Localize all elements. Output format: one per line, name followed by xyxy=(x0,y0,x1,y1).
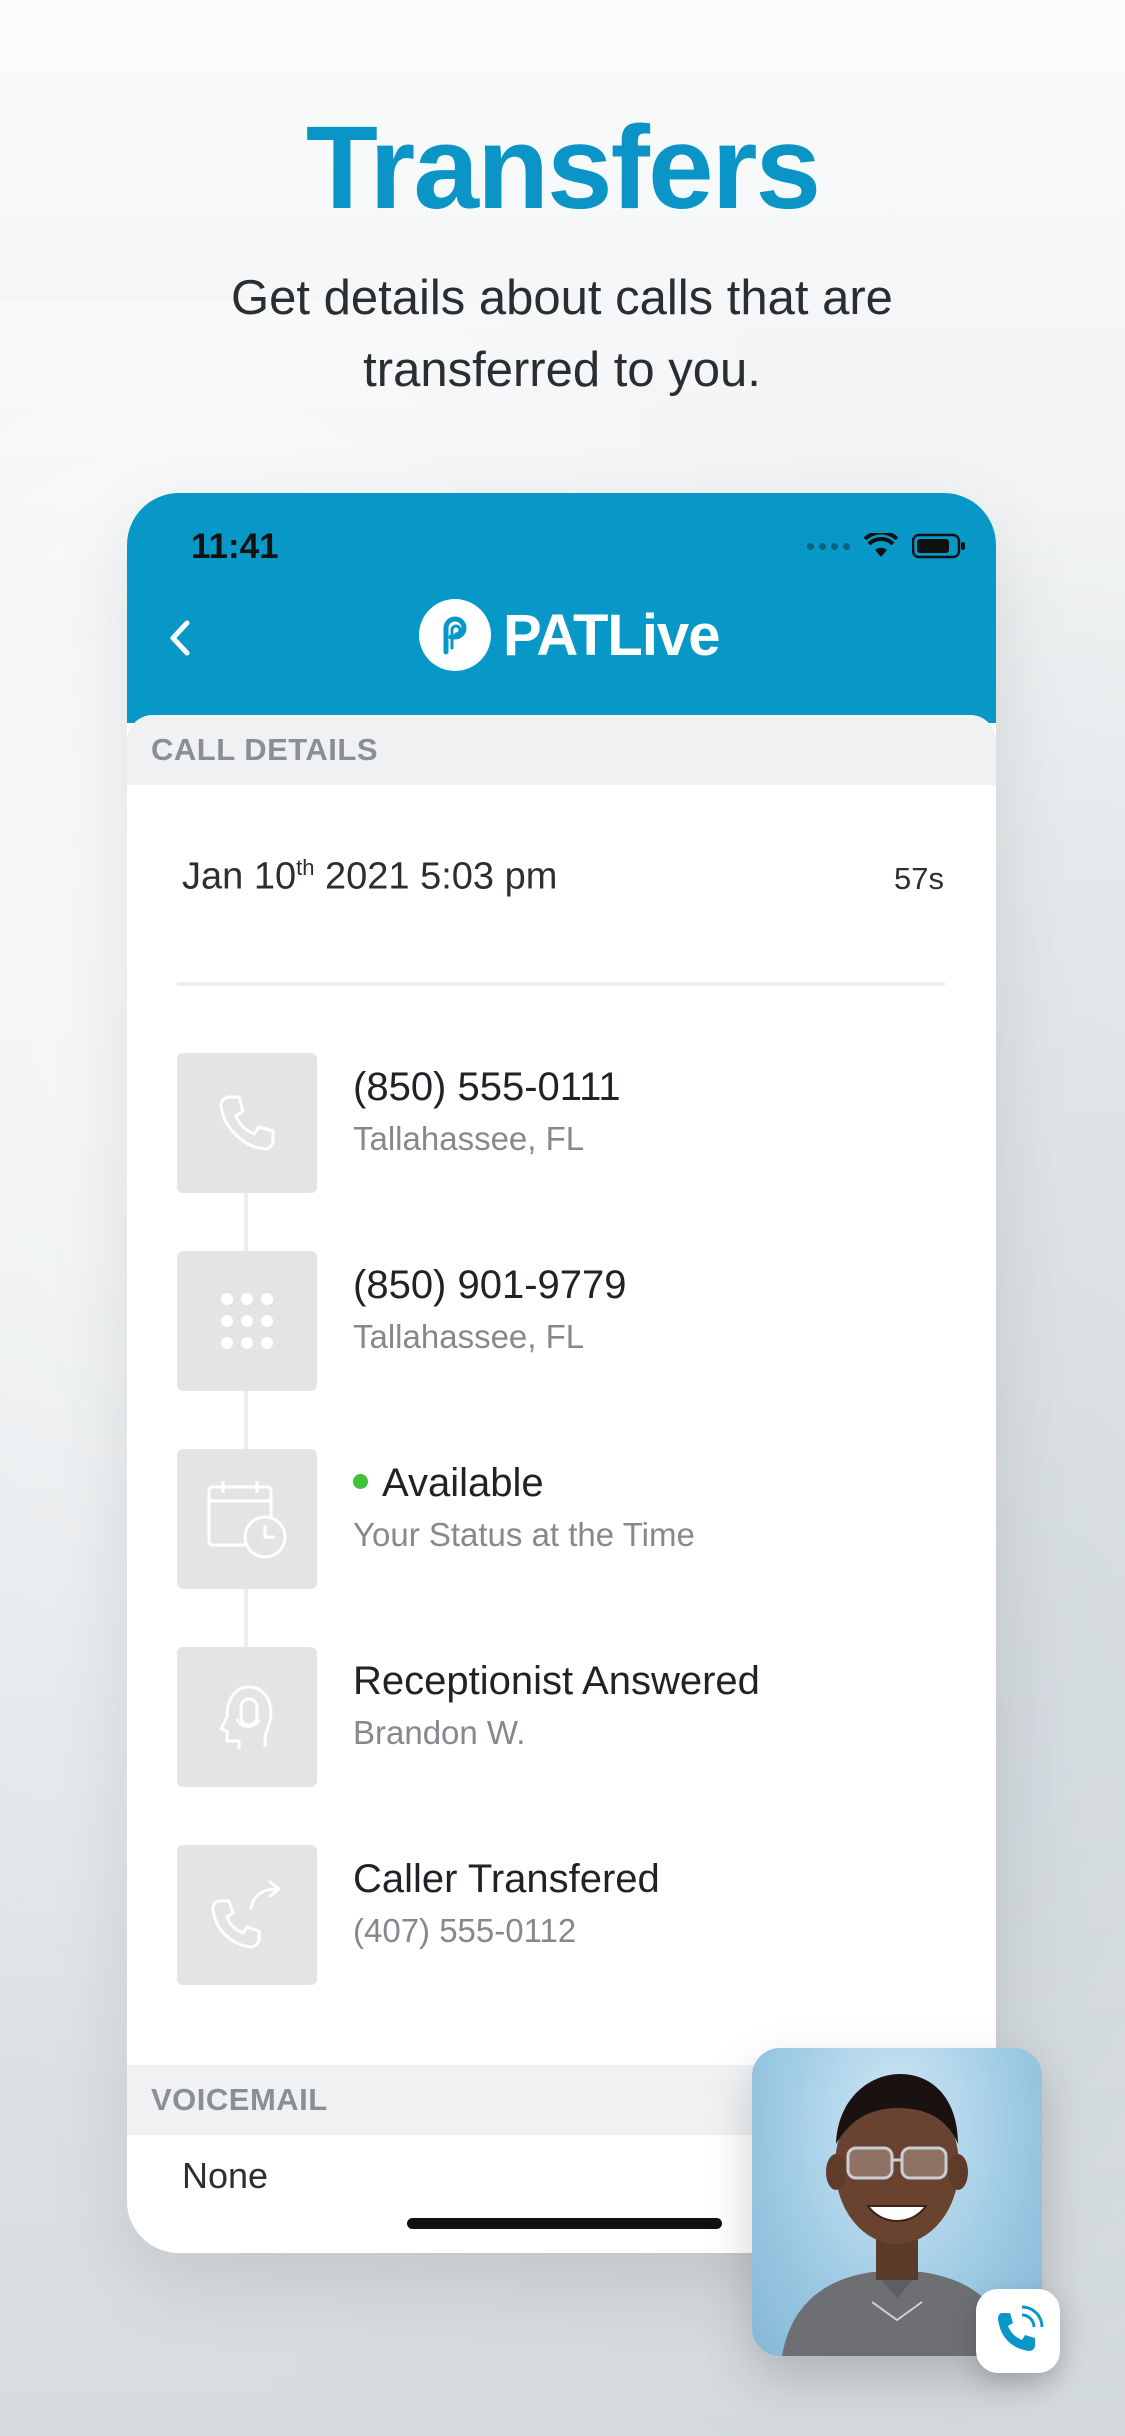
signal-dots-icon xyxy=(807,542,850,550)
page-headline: Transfers xyxy=(305,102,821,234)
wifi-icon xyxy=(864,533,898,557)
patlive-logo-icon xyxy=(419,599,491,671)
home-indicator xyxy=(407,2218,722,2229)
called-number[interactable]: (850) 901-9779 xyxy=(353,1263,627,1308)
status-time: 11:41 xyxy=(191,527,279,566)
battery-icon xyxy=(912,533,965,559)
transfer-number[interactable]: (407) 555-0112 xyxy=(353,1912,576,1950)
caller-number[interactable]: (850) 555-0111 xyxy=(353,1065,621,1110)
brand-name: PATLive xyxy=(503,602,720,668)
call-details-header: CALL DETAILS xyxy=(127,715,996,785)
call-details-sheet: CALL DETAILS Jan 10th 2021 5:03 pm 57s (… xyxy=(127,715,996,2253)
call-duration: 57s xyxy=(894,861,944,896)
phone-mockup: 11:41 PATLive CALL DETAILS Jan 10th 2021… xyxy=(127,493,996,2253)
status-icons xyxy=(807,533,966,559)
page-subheadline: Get details about calls that are transfe… xyxy=(231,271,893,397)
divider xyxy=(177,982,945,986)
caller-location: Tallahassee, FL xyxy=(353,1120,585,1157)
phone-wave-icon xyxy=(998,2305,1044,2351)
dialpad-icon xyxy=(177,1251,317,1391)
headset-icon xyxy=(177,1647,317,1787)
call-datetime: Jan 10th 2021 5:03 pm xyxy=(182,855,558,898)
calendar-clock-icon xyxy=(177,1449,317,1589)
called-location: Tallahassee, FL xyxy=(353,1318,585,1355)
receptionist-answered: Receptionist Answered xyxy=(353,1659,760,1703)
receptionist-name: Brandon W. xyxy=(353,1714,526,1751)
voicemail-value: None xyxy=(182,2155,269,2196)
available-dot-icon xyxy=(353,1473,368,1489)
availability-note: Your Status at the Time xyxy=(353,1516,695,1553)
caller-transferred: Caller Transfered xyxy=(353,1857,660,1901)
availability-status: Available xyxy=(353,1461,544,1506)
app-header: 11:41 PATLive xyxy=(127,493,996,723)
incoming-call-button[interactable] xyxy=(976,2289,1060,2373)
brand-logo: PATLive xyxy=(419,599,720,671)
back-chevron-icon[interactable] xyxy=(157,613,207,663)
phone-icon xyxy=(177,1053,317,1193)
call-transfer-icon xyxy=(177,1845,317,1985)
